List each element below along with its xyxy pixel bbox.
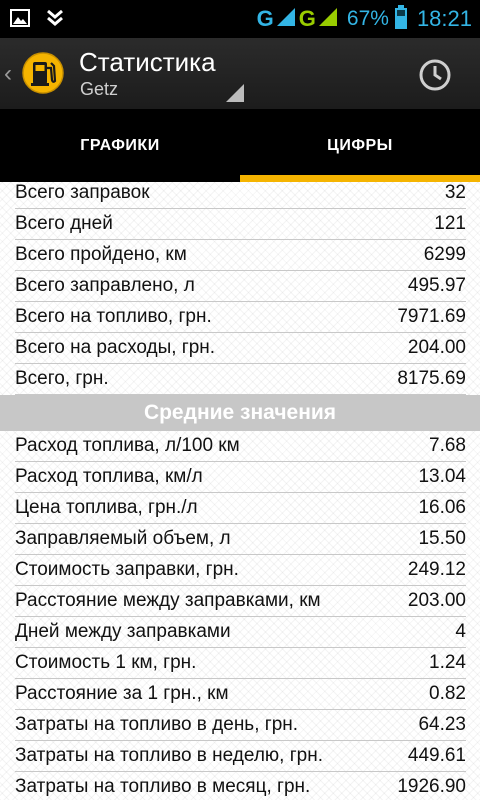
stat-label: Расстояние за 1 грн., км: [15, 683, 229, 704]
stat-label: Всего заправлено, л: [15, 275, 195, 296]
stat-value: 1.24: [429, 652, 466, 673]
stat-value: 249.12: [407, 559, 466, 580]
stat-row: Расстояние за 1 грн., км 0.82: [15, 679, 466, 710]
stat-row: Цена топлива, грн./л 16.06: [15, 493, 466, 524]
stat-label: Всего на расходы, грн.: [15, 337, 216, 358]
tab-numbers[interactable]: ЦИФРЫ: [240, 109, 480, 182]
network-type-2: G: [298, 6, 316, 31]
stat-row: Расход топлива, л/100 км 7.68: [15, 431, 466, 462]
stat-row: Затраты на топливо в месяц, грн. 1926.90: [15, 772, 466, 800]
spinner-triangle-icon[interactable]: [226, 84, 244, 102]
stat-row: Расстояние между заправками, км 203.00: [15, 586, 466, 617]
stat-value: 7.68: [429, 435, 466, 456]
stat-label: Всего на топливо, грн.: [15, 306, 212, 327]
stat-label: Всего дней: [15, 213, 113, 234]
stat-value: 449.61: [407, 745, 466, 766]
stat-label: Всего, грн.: [15, 368, 109, 389]
stat-row: Всего на расходы, грн. 204.00: [15, 333, 466, 364]
averages-header: Средние значения: [0, 395, 480, 431]
battery-icon: [394, 4, 407, 34]
stat-value: 0.82: [429, 683, 466, 704]
stat-value: 64.23: [418, 714, 466, 735]
stat-row: Всего заправок 32: [15, 182, 466, 209]
tab-bar: ГРАФИКИ ЦИФРЫ: [0, 109, 480, 182]
stat-label: Расход топлива, км/л: [15, 466, 203, 487]
stat-row: Дней между заправками 4: [15, 617, 466, 648]
up-navigation-icon[interactable]: ‹: [4, 60, 12, 88]
stat-row: Всего пройдено, км 6299: [15, 240, 466, 271]
stat-label: Затраты на топливо в день, грн.: [15, 714, 299, 735]
stat-value: 16.06: [418, 497, 466, 518]
stat-row: Всего, грн. 8175.69: [15, 364, 466, 395]
stat-value: 1926.90: [397, 776, 466, 797]
clock-icon[interactable]: [418, 58, 452, 92]
stat-row: Стоимость заправки, грн. 249.12: [15, 555, 466, 586]
page-title: Статистика: [79, 47, 216, 77]
stat-row: Расход топлива, км/л 13.04: [15, 462, 466, 493]
stat-label: Затраты на топливо в месяц, грн.: [15, 776, 311, 797]
car-spinner-label[interactable]: Getz: [80, 79, 118, 100]
stat-label: Дней между заправками: [15, 621, 231, 642]
stat-row: Стоимость 1 км, грн. 1.24: [15, 648, 466, 679]
stats-list[interactable]: Всего заправок 32 Всего дней 121 Всего пройд…: [0, 182, 480, 800]
battery-percent: 67%: [346, 7, 389, 30]
stat-row: Затраты на топливо в день, грн. 64.23: [15, 710, 466, 741]
download-icon: [46, 8, 64, 33]
clock-time: 18:21: [416, 6, 472, 31]
stat-value: 15.50: [418, 528, 466, 549]
averages-section: Расход топлива, л/100 км 7.68 Расход топли…: [0, 431, 480, 800]
stat-value: 203.00: [407, 590, 466, 611]
stat-value: 32: [444, 182, 466, 203]
network-type-1: G: [256, 6, 274, 31]
action-bar: ‹ Статистика Getz: [0, 38, 480, 109]
tab-charts[interactable]: ГРАФИКИ: [0, 109, 240, 182]
stat-value: 204.00: [407, 337, 466, 358]
stat-value: 4: [455, 621, 466, 642]
stat-value: 121: [434, 213, 466, 234]
stat-row: Заправляемый объем, л 15.50: [15, 524, 466, 555]
totals-section: Всего заправок 32 Всего дней 121 Всего пройд…: [0, 182, 480, 395]
status-bar: G G 67% 18:21: [0, 0, 480, 38]
stat-label: Затраты на топливо в неделю, грн.: [15, 745, 323, 766]
signal-icon: [275, 6, 297, 33]
stat-value: 495.97: [407, 275, 466, 296]
stat-value: 13.04: [418, 466, 466, 487]
stat-value: 6299: [423, 244, 466, 265]
stat-label: Расстояние между заправками, км: [15, 590, 321, 611]
stat-row: Всего заправлено, л 495.97: [15, 271, 466, 302]
stat-row: Всего дней 121: [15, 209, 466, 240]
stat-row: Всего на топливо, грн. 7971.69: [15, 302, 466, 333]
stat-value: 8175.69: [397, 368, 466, 389]
stat-label: Стоимость 1 км, грн.: [15, 652, 197, 673]
stat-label: Расход топлива, л/100 км: [15, 435, 240, 456]
image-icon: [10, 8, 30, 33]
stat-label: Всего заправок: [15, 182, 150, 203]
stat-label: Заправляемый объем, л: [15, 528, 231, 549]
signal-icon: [317, 6, 339, 33]
stat-label: Цена топлива, грн./л: [15, 497, 198, 518]
fuel-pump-icon[interactable]: [22, 52, 64, 94]
stat-value: 7971.69: [397, 306, 466, 327]
stat-label: Всего пройдено, км: [15, 244, 187, 265]
stat-label: Стоимость заправки, грн.: [15, 559, 239, 580]
stat-row: Затраты на топливо в неделю, грн. 449.61: [15, 741, 466, 772]
